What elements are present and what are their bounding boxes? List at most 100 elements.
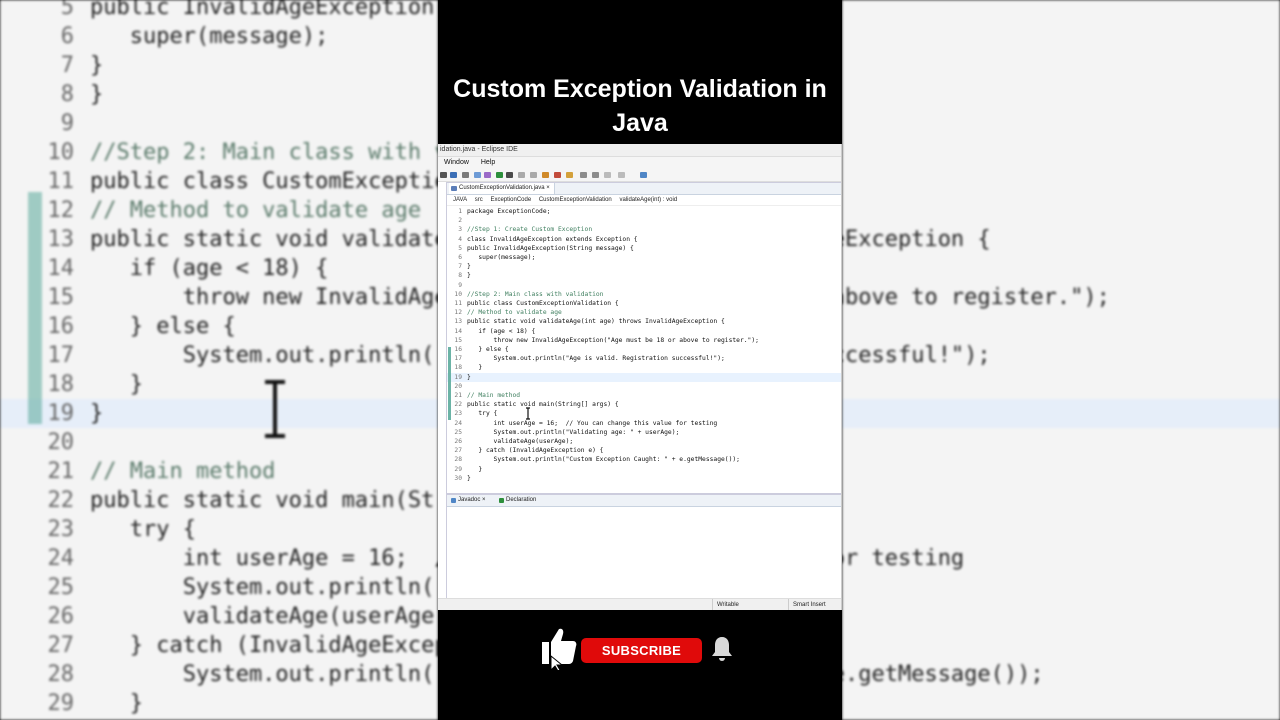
code-text: package ExceptionCode; [467, 208, 551, 215]
background-code-line: 20 [842, 428, 1280, 457]
new-icon[interactable] [440, 172, 447, 178]
code-line[interactable]: 9 [447, 281, 841, 290]
code-line[interactable]: 19} [447, 372, 841, 382]
declaration-icon [499, 498, 504, 503]
forward-icon[interactable] [592, 172, 599, 178]
code-line[interactable]: 21// Main method [447, 391, 841, 400]
perspective-icon[interactable] [640, 172, 647, 178]
background-code-line: 21 // Main method [0, 457, 438, 486]
code-line[interactable]: 30} [447, 474, 841, 483]
code-line[interactable]: 26 validateAge(userAge); [447, 437, 841, 446]
background-code-line: 9 [842, 109, 1280, 138]
line-number: 5 [458, 244, 462, 252]
code-text: } else { [467, 346, 509, 353]
javadoc-icon [451, 498, 456, 503]
code-text: //Step 1: Create Custom Exception [467, 226, 593, 234]
background-code-line: 19} [0, 399, 438, 428]
background-code-line: 23 try { [0, 515, 438, 544]
code-line[interactable]: 18 } [447, 363, 841, 372]
code-line[interactable]: 7} [447, 262, 841, 271]
background-code-line: 15 throw new InvalidAgeException("Age mu… [0, 283, 439, 312]
toggle-icon[interactable] [474, 172, 481, 178]
code-text: public InvalidAgeException(String messag… [90, 0, 438, 20]
back-icon[interactable] [580, 172, 587, 178]
background-code-line: 5public InvalidAgeException(String messa… [842, 0, 1280, 22]
code-line[interactable]: 8} [447, 271, 841, 280]
menu-help[interactable]: Help [481, 159, 495, 166]
debug-icon[interactable] [542, 172, 549, 178]
outline-icon[interactable] [530, 172, 537, 178]
tab-javadoc[interactable]: Javadoc × [449, 495, 489, 506]
code-line[interactable]: 25 System.out.println("Validating age: "… [447, 428, 841, 437]
line-number: 7 [60, 53, 74, 78]
breadcrumb-package[interactable]: ExceptionCode [490, 197, 531, 203]
line-number: 24 [47, 546, 75, 571]
change-marker-bar [28, 192, 42, 424]
background-code-line: 13public static void validateAge(int age… [842, 225, 1280, 254]
bell-icon[interactable] [710, 635, 734, 663]
search-icon[interactable] [566, 172, 573, 178]
breadcrumb-project[interactable]: JAVA [453, 197, 467, 203]
code-text: } [467, 364, 483, 372]
breadcrumb-method[interactable]: validateAge(int) : void [619, 197, 677, 203]
code-line[interactable]: 15 throw new InvalidAgeException("Age mu… [447, 336, 841, 345]
code-line[interactable]: 3 //Step 1: Create Custom Exception [447, 225, 841, 234]
code-line[interactable]: 23 try { [447, 409, 841, 418]
code-text: } [90, 82, 104, 107]
stop-icon[interactable] [554, 172, 561, 178]
close-icon[interactable]: × [482, 497, 486, 503]
code-line[interactable]: 20 [447, 382, 841, 391]
background-code-line: 29 } [842, 689, 1280, 718]
code-line[interactable]: 14 if (age < 18) { [447, 327, 841, 336]
code-text: } [467, 263, 471, 271]
code-line[interactable]: 1 package ExceptionCode; [447, 207, 841, 216]
mark-icon[interactable] [484, 172, 491, 178]
line-number: 11 [454, 300, 462, 307]
code-text: try { [467, 410, 498, 418]
code-text: super(message); [90, 24, 329, 49]
toolbar [438, 169, 841, 182]
save-icon[interactable] [450, 172, 457, 178]
code-line[interactable]: 28 System.out.println("Custom Exception … [447, 455, 841, 464]
background-code-line: 26 validateAge(userAge); [842, 602, 1280, 631]
background-code-line: 10//Step 2: Main class with validation [842, 138, 1280, 167]
line-number: 1 [458, 208, 462, 215]
code-line[interactable]: 5 public InvalidAgeException(String messa… [447, 244, 841, 253]
close-icon[interactable]: × [546, 185, 550, 191]
code-line[interactable]: 13 public static void validateAge(int age… [447, 317, 841, 326]
print-icon[interactable] [462, 172, 469, 178]
code-line[interactable]: 16 } else { [447, 345, 841, 354]
background-code-line: 14 if (age < 18) { [0, 254, 438, 283]
menu-window[interactable]: Window [444, 159, 469, 166]
nav-icon[interactable] [604, 172, 611, 178]
code-line[interactable]: 12 // Method to validate age [447, 308, 841, 317]
line-number: 25 [47, 575, 75, 600]
step-icon[interactable] [506, 172, 513, 178]
line-number: 6 [60, 24, 74, 49]
code-line[interactable]: 2 [447, 216, 841, 225]
code-line[interactable]: 11 public class CustomExceptionValidation… [447, 299, 841, 308]
code-line[interactable]: 4 class InvalidAgeException extends Excep… [447, 235, 841, 244]
code-line[interactable]: 10 //Step 2: Main class with validation [447, 290, 841, 299]
code-line[interactable]: 6 super(message); [447, 253, 841, 262]
code-line[interactable]: 24 int userAge = 16; // You can change t… [447, 419, 841, 428]
code-line[interactable]: 22 public static void main(String[] args)… [447, 400, 841, 409]
tab-custom-exception-validation[interactable]: CustomExceptionValidation.java × [449, 183, 555, 194]
background-code-line: 13public static void validateAge(int age… [0, 225, 439, 254]
background-code-line: 29 } [0, 689, 438, 718]
like-icon[interactable] [538, 626, 578, 670]
breadcrumb-src[interactable]: src [475, 197, 483, 203]
run-icon[interactable] [496, 172, 503, 178]
subscribe-button[interactable]: SUBSCRIBE [581, 638, 702, 663]
background-code-line: 8} [842, 80, 1280, 109]
nav-next-icon[interactable] [618, 172, 625, 178]
eclipse-window: idation.java - Eclipse IDE Window Help C… [438, 144, 842, 610]
code-line[interactable]: 29 } [447, 465, 841, 474]
format-icon[interactable] [518, 172, 525, 178]
code-text: System.out.println("Validating age: " + … [182, 575, 438, 600]
code-line[interactable]: 27 } catch (InvalidAgeException e) { [447, 446, 841, 455]
tab-declaration[interactable]: Declaration [497, 495, 539, 506]
background-code-line: 22public static void main(String[] args)… [842, 486, 1280, 515]
code-line[interactable]: 17 System.out.println("Age is valid. Reg… [447, 354, 841, 363]
breadcrumb-class[interactable]: CustomExceptionValidation [539, 197, 612, 203]
